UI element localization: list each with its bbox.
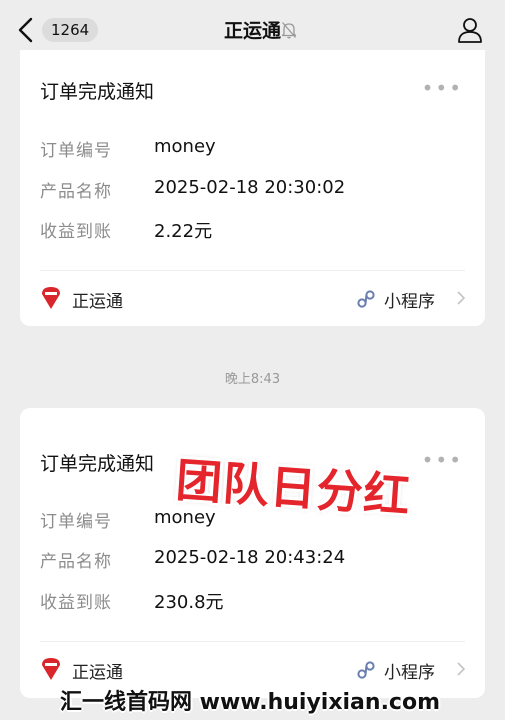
- brand-name: 正运通: [72, 292, 123, 312]
- card-title: 订单完成通知: [40, 81, 155, 103]
- more-options-icon[interactable]: •••: [422, 76, 463, 100]
- order-id-label: 订单编号: [40, 141, 112, 161]
- product-name-value: 2025-02-18 20:43:24: [154, 547, 346, 568]
- order-notification-card[interactable]: 订单完成通知 ••• 订单编号 money 产品名称 2025-02-18 20…: [20, 50, 485, 326]
- chat-title: 正运通: [223, 20, 281, 42]
- brand-name: 正运通: [72, 663, 123, 683]
- earnings-label: 收益到账: [40, 593, 112, 613]
- product-name-label: 产品名称: [40, 552, 112, 572]
- mini-program-label[interactable]: 小程序: [384, 658, 435, 683]
- more-options-icon[interactable]: •••: [422, 448, 463, 472]
- card-title: 订单完成通知: [40, 453, 155, 475]
- product-name-value: 2025-02-18 20:30:02: [154, 177, 346, 198]
- chevron-right-icon: [457, 662, 466, 676]
- brand-logo-icon: [42, 287, 60, 309]
- card-divider: [40, 641, 465, 642]
- earnings-value: 230.8元: [154, 592, 224, 613]
- brand-logo-icon: [42, 658, 60, 680]
- order-id-label: 订单编号: [40, 512, 112, 532]
- earnings-label: 收益到账: [40, 222, 112, 242]
- mini-program-icon: [357, 661, 375, 679]
- muted-bell-icon: [281, 22, 297, 39]
- product-name-label: 产品名称: [40, 182, 112, 202]
- earnings-value: 2.22元: [154, 221, 213, 242]
- message-timestamp: 晚上8:43: [224, 372, 281, 387]
- profile-icon[interactable]: [456, 16, 484, 44]
- mini-program-label[interactable]: 小程序: [384, 287, 435, 312]
- card-divider: [40, 270, 465, 271]
- footer-watermark: 汇一线首码网 www.huiyixian.com: [60, 690, 441, 715]
- mini-program-icon: [357, 290, 375, 308]
- order-id-value: money: [154, 136, 216, 157]
- chevron-right-icon: [457, 291, 466, 305]
